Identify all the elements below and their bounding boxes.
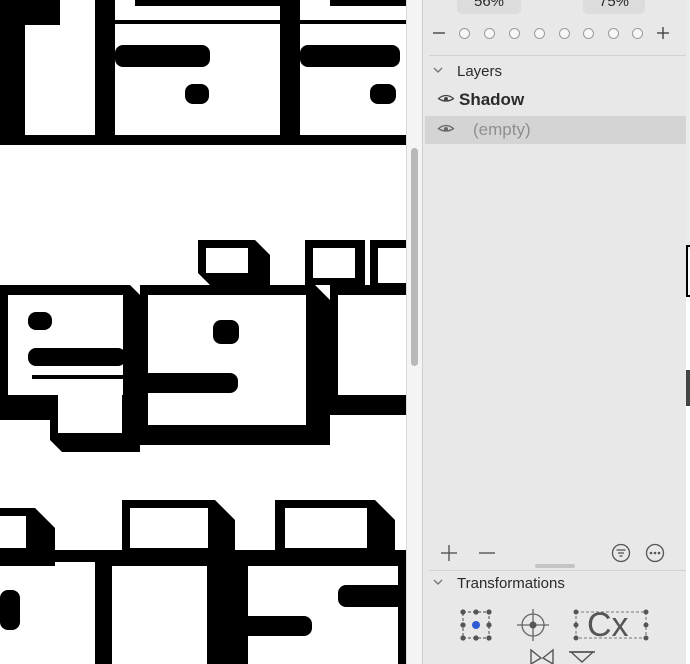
scrollbar-thumb[interactable] xyxy=(411,148,418,366)
flip-vertical-icon[interactable] xyxy=(569,650,595,664)
opacity-slider[interactable] xyxy=(423,0,687,52)
remove-layer-icon[interactable] xyxy=(478,544,496,562)
bounding-box-icon[interactable] xyxy=(459,608,493,642)
text-bounds-icon[interactable]: Cx xyxy=(573,606,649,644)
right-sidebar: 56% 75% Layers Shadow (empty) Transforma… xyxy=(422,0,686,664)
slider-step[interactable] xyxy=(534,28,545,39)
eye-icon[interactable] xyxy=(437,123,455,135)
slider-step[interactable] xyxy=(459,28,470,39)
layer-name: (empty) xyxy=(473,120,531,139)
transformations-section-header[interactable]: Transformations xyxy=(433,574,565,594)
chevron-down-icon xyxy=(433,67,443,74)
crosshair-origin-icon[interactable] xyxy=(515,607,551,643)
layers-section-header[interactable]: Layers xyxy=(433,62,502,82)
layer-name: Shadow xyxy=(459,90,525,109)
chevron-down-icon xyxy=(433,579,443,586)
slider-step[interactable] xyxy=(559,28,570,39)
glyph-canvas[interactable] xyxy=(0,0,406,664)
layer-row-shadow[interactable]: Shadow xyxy=(425,86,686,114)
divider xyxy=(429,570,686,571)
text-bounds-icon-label: Cx xyxy=(587,606,629,644)
layer-row-empty[interactable]: (empty) xyxy=(425,116,686,144)
eye-icon[interactable] xyxy=(437,93,455,105)
canvas-scrollbar[interactable] xyxy=(406,0,422,664)
slider-step[interactable] xyxy=(583,28,594,39)
slider-step[interactable] xyxy=(509,28,520,39)
slider-step[interactable] xyxy=(632,28,643,39)
flip-horizontal-icon[interactable] xyxy=(529,648,555,664)
slider-step[interactable] xyxy=(608,28,619,39)
minus-icon[interactable] xyxy=(432,26,446,40)
more-options-icon[interactable] xyxy=(645,543,665,563)
split-resize-handle[interactable] xyxy=(535,564,575,568)
layers-title: Layers xyxy=(457,63,503,80)
slider-step[interactable] xyxy=(484,28,495,39)
transformations-title: Transformations xyxy=(457,575,565,592)
plus-icon[interactable] xyxy=(656,26,670,40)
divider xyxy=(429,55,686,56)
adjacent-window-edge xyxy=(686,0,690,664)
glyph-preview xyxy=(0,0,406,664)
add-layer-icon[interactable] xyxy=(440,544,458,562)
filter-icon[interactable] xyxy=(611,543,631,563)
